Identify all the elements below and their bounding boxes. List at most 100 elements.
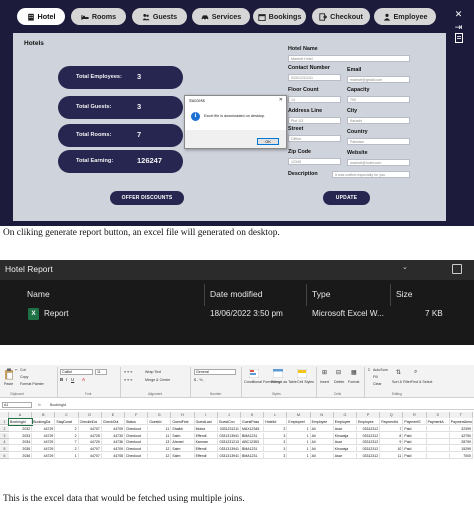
hotel-name-field[interactable]: Marriott Hotel: [288, 55, 410, 62]
data-cell[interactable]: Moina: [194, 425, 218, 432]
data-cell[interactable]: 44707: [78, 446, 102, 453]
data-cell[interactable]: 44729: [78, 439, 102, 446]
align-icons[interactable]: ≡ ≡ ≡: [124, 378, 132, 382]
data-cell[interactable]: 10: [380, 446, 404, 453]
data-cell[interactable]: 1: [287, 432, 311, 439]
document-icon[interactable]: [452, 33, 465, 45]
delete-cells-icon[interactable]: ⊟: [336, 369, 341, 376]
city-field[interactable]: Karachi: [347, 117, 410, 124]
column-header[interactable]: H: [171, 412, 195, 418]
data-cell[interactable]: Ahmed: [171, 439, 195, 446]
header-cell[interactable]: Status: [125, 419, 149, 425]
data-cell[interactable]: 7: [55, 439, 79, 446]
paste-icon[interactable]: [4, 368, 14, 380]
chevron-down-icon[interactable]: ⌄: [402, 263, 408, 271]
maximize-icon[interactable]: [452, 264, 462, 274]
column-header[interactable]: O: [333, 412, 357, 418]
data-cell[interactable]: 2034: [9, 439, 33, 446]
data-cell[interactable]: Paid: [403, 439, 427, 446]
header-cell[interactable]: HotelId: [264, 419, 288, 425]
data-cell[interactable]: Asar: [333, 439, 357, 446]
data-cell[interactable]: 3: [264, 453, 288, 459]
data-cell[interactable]: Paid: [403, 425, 427, 432]
data-cell[interactable]: 42750: [449, 432, 473, 439]
data-cell[interactable]: 11: [148, 432, 172, 439]
offer-discounts-button[interactable]: OFFER DISCOUNTS: [110, 191, 184, 205]
data-cell[interactable]: Ali: [310, 439, 334, 446]
data-cell[interactable]: [426, 425, 450, 432]
column-header[interactable]: G: [148, 412, 172, 418]
data-cell[interactable]: Kamran: [194, 439, 218, 446]
data-cell[interactable]: [426, 446, 450, 453]
data-cell[interactable]: Checkout: [125, 439, 149, 446]
column-header[interactable]: R: [403, 412, 427, 418]
data-cell[interactable]: Saim: [171, 432, 195, 439]
address-line-field[interactable]: Plot 1/3: [288, 117, 341, 124]
header-cell[interactable]: PaymentA: [426, 419, 450, 425]
column-header[interactable]: T: [449, 412, 473, 418]
file-name[interactable]: Report: [44, 309, 69, 318]
font-size-select[interactable]: 11: [95, 369, 107, 375]
data-cell[interactable]: 44707: [78, 425, 102, 432]
sort-filter-icon[interactable]: ⇅: [396, 369, 401, 376]
header-cell[interactable]: GuestCon: [217, 419, 241, 425]
column-header[interactable]: B: [32, 412, 56, 418]
data-cell[interactable]: Ali: [310, 446, 334, 453]
data-cell[interactable]: Checkout: [125, 453, 149, 459]
column-header-size[interactable]: Size: [396, 289, 413, 299]
format-painter-button[interactable]: Format Painter: [20, 382, 44, 386]
header-cell[interactable]: GuestId: [148, 419, 172, 425]
capacity-field[interactable]: 700: [347, 96, 410, 103]
data-cell[interactable]: 13: [148, 439, 172, 446]
data-cell[interactable]: 11: [148, 425, 172, 432]
data-cell[interactable]: 03312312: [357, 439, 381, 446]
header-cell[interactable]: PaymentAmount: [449, 419, 473, 425]
cell-styles-button[interactable]: Cell Styles: [297, 380, 314, 384]
data-cell[interactable]: 28799: [449, 439, 473, 446]
data-cell[interactable]: Shaikh: [171, 425, 195, 432]
header-cell[interactable]: PaymentS: [403, 419, 427, 425]
row-header[interactable]: 6: [0, 453, 9, 459]
zip-code-field[interactable]: 12345: [288, 158, 341, 165]
dialog-ok-button[interactable]: OK: [257, 138, 279, 145]
data-cell[interactable]: 44729: [32, 425, 56, 432]
header-cell[interactable]: StayDurat: [55, 419, 79, 425]
email-field[interactable]: marriott@gmail.com: [347, 76, 410, 83]
insert-button[interactable]: Insert: [320, 380, 329, 384]
data-cell[interactable]: Paid: [403, 432, 427, 439]
data-cell[interactable]: 2033: [9, 432, 33, 439]
column-header[interactable]: F: [125, 412, 149, 418]
header-cell[interactable]: CheckOut: [101, 419, 125, 425]
nav-employee-button[interactable]: Employee: [374, 8, 436, 25]
find-select-button[interactable]: Find & Select: [411, 380, 432, 384]
italic-button[interactable]: I: [66, 377, 67, 382]
data-cell[interactable]: 3: [264, 425, 288, 432]
autosum-button[interactable]: AutoSum: [373, 368, 388, 372]
data-cell[interactable]: 0331231213: [217, 439, 241, 446]
merge-center-button[interactable]: Merge & Center: [145, 378, 170, 382]
data-cell[interactable]: MAX12345: [241, 425, 265, 432]
data-cell[interactable]: 03312312: [357, 453, 381, 459]
name-box[interactable]: A1: [2, 402, 32, 408]
column-header-type[interactable]: Type: [312, 289, 330, 299]
website-field[interactable]: marriott@hotel.com: [347, 159, 410, 166]
row-header[interactable]: 4: [0, 439, 9, 446]
data-cell[interactable]: BMA1231: [241, 432, 265, 439]
fill-button[interactable]: Fill: [373, 375, 378, 379]
column-header-date[interactable]: Date modified: [210, 289, 262, 299]
column-header[interactable]: C: [55, 412, 79, 418]
column-header[interactable]: J: [217, 412, 241, 418]
data-cell[interactable]: 03312312: [357, 446, 381, 453]
column-header[interactable]: E: [101, 412, 125, 418]
data-cell[interactable]: 3: [264, 432, 288, 439]
data-cell[interactable]: Checkout: [125, 446, 149, 453]
data-cell[interactable]: 0331313941: [217, 432, 241, 439]
data-cell[interactable]: [426, 439, 450, 446]
data-cell[interactable]: 44736: [101, 439, 125, 446]
column-header-name[interactable]: Name: [27, 289, 50, 299]
data-cell[interactable]: 2: [55, 425, 79, 432]
sort-filter-button[interactable]: Sort & Filter: [392, 380, 411, 384]
cell-styles-icon[interactable]: [297, 369, 307, 378]
format-button[interactable]: Format: [348, 380, 359, 384]
data-cell[interactable]: Effendi: [194, 446, 218, 453]
